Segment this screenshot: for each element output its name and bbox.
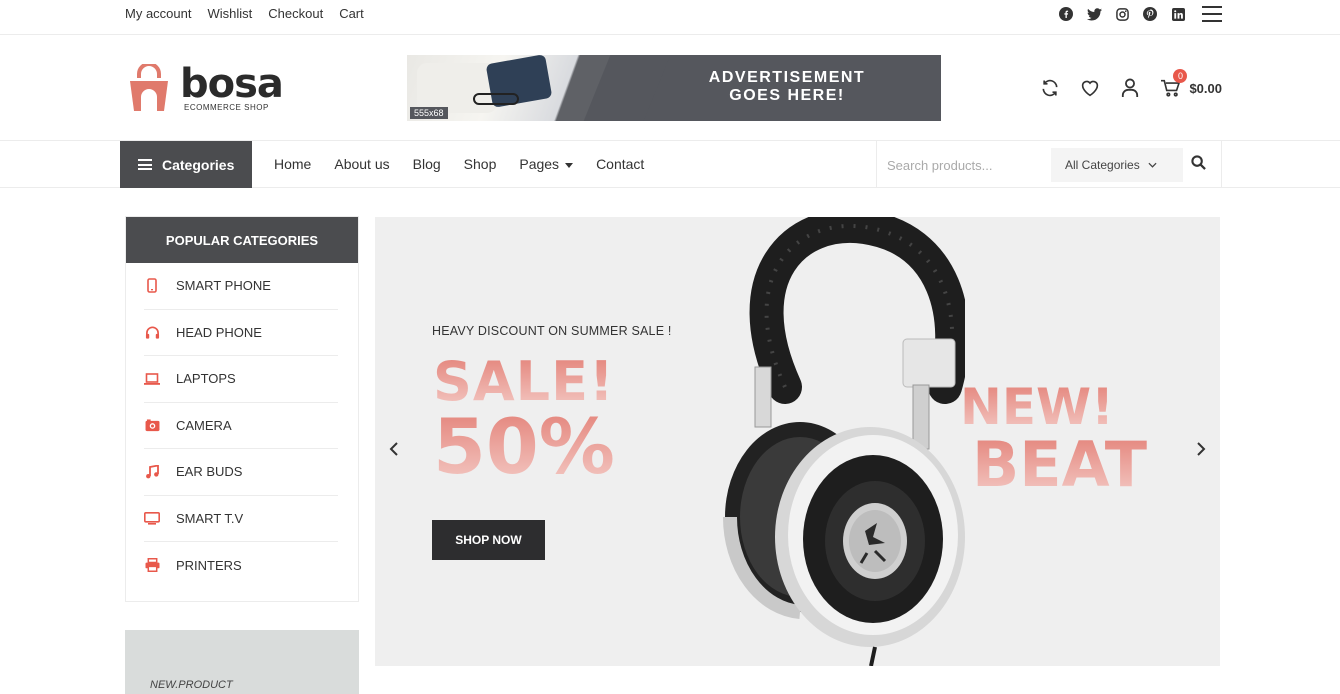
logo-wordmark: bosa [180, 61, 284, 107]
categories-button[interactable]: Categories [120, 141, 252, 188]
header-actions: 0 $0.00 [1039, 69, 1222, 99]
logo-tagline: ECOMMERCE SHOP [184, 103, 269, 112]
category-item-smart-tv[interactable]: SMART T.V [144, 496, 338, 542]
main-menu: Home About us Blog Shop Pages Contact [274, 156, 644, 172]
nav-pages-label: Pages [519, 156, 560, 172]
compare-icon[interactable] [1039, 77, 1061, 99]
hero-new-text: NEW! [960, 378, 1114, 436]
menu-toggle-icon[interactable] [1202, 6, 1222, 22]
ad-line-1: ADVERTISEMENT [708, 69, 866, 86]
music-note-icon [144, 464, 160, 480]
category-item-head-phone[interactable]: HEAD PHONE [144, 310, 338, 356]
checkout-link[interactable]: Checkout [268, 6, 323, 21]
laptop-icon [144, 371, 160, 387]
cart-count-badge: 0 [1173, 69, 1188, 83]
category-label: HEAD PHONE [176, 324, 262, 340]
ad-size-label: 555x68 [410, 107, 448, 119]
nav-blog[interactable]: Blog [413, 156, 441, 172]
slider-next-arrow-icon[interactable] [1194, 439, 1208, 459]
advertisement-banner[interactable]: 555x68 ADVERTISEMENT GOES HERE! [407, 55, 941, 121]
popular-categories-title: POPULAR CATEGORIES [126, 217, 358, 263]
hero-slider: HEAVY DISCOUNT ON SUMMER SALE ! SALE! 50… [375, 217, 1220, 666]
category-label: SMART PHONE [176, 278, 271, 294]
category-select-value: All Categories [1065, 158, 1140, 172]
category-item-ear-buds[interactable]: EAR BUDS [144, 449, 338, 496]
top-bar: My account Wishlist Checkout Cart [0, 0, 1340, 35]
caret-down-icon [565, 162, 574, 168]
category-label: EAR BUDS [176, 464, 243, 480]
user-account-icon[interactable] [1119, 77, 1141, 99]
account-links: My account Wishlist Checkout Cart [125, 6, 364, 21]
category-item-smart-phone[interactable]: SMART PHONE [144, 263, 338, 310]
camera-icon [144, 417, 160, 433]
nav-shop[interactable]: Shop [464, 156, 497, 172]
hero-beat-text: BEAT [972, 428, 1148, 501]
slider-prev-arrow-icon[interactable] [387, 439, 401, 459]
twitter-icon[interactable] [1086, 6, 1102, 22]
headphones-product-image [722, 217, 965, 666]
cart-link[interactable]: Cart [339, 6, 364, 21]
main-navbar: Categories Home About us Blog Shop Pages… [0, 140, 1340, 188]
category-list: SMART PHONE HEAD PHONE LAPTOPS CAMERA EA… [126, 263, 358, 589]
instagram-icon[interactable] [1114, 6, 1130, 22]
pinterest-icon[interactable] [1142, 6, 1158, 22]
my-account-link[interactable]: My account [125, 6, 191, 21]
categories-menu-icon [138, 159, 152, 170]
cart-icon[interactable]: 0 [1159, 69, 1188, 99]
shop-now-button[interactable]: SHOP NOW [432, 520, 545, 560]
headphone-icon [144, 324, 160, 340]
category-select[interactable]: All Categories [1051, 148, 1183, 182]
cart-total[interactable]: $0.00 [1189, 81, 1222, 96]
shopping-bag-logo-icon [130, 64, 168, 111]
search-icon[interactable] [1191, 155, 1209, 173]
site-header: bosa ECOMMERCE SHOP 555x68 ADVERTISEMENT… [0, 36, 1340, 140]
category-item-printers[interactable]: PRINTERS [144, 542, 338, 589]
wishlist-link[interactable]: Wishlist [207, 6, 252, 21]
social-links [1058, 6, 1222, 22]
linkedin-icon[interactable] [1170, 6, 1186, 22]
category-label: CAMERA [176, 417, 232, 433]
category-label: PRINTERS [176, 557, 242, 573]
nav-about-us[interactable]: About us [334, 156, 389, 172]
promo-label: NEW.PRODUCT [150, 679, 233, 691]
wishlist-heart-icon[interactable] [1079, 77, 1101, 99]
product-search: All Categories [876, 141, 1222, 188]
site-logo[interactable]: bosa ECOMMERCE SHOP [126, 61, 284, 112]
hero-discount-percent: 50% [433, 402, 615, 491]
category-label: SMART T.V [176, 510, 244, 526]
popular-categories-panel: POPULAR CATEGORIES SMART PHONE HEAD PHON… [125, 216, 359, 602]
printer-icon [144, 557, 160, 573]
hero-sale-text: SALE! [433, 350, 615, 413]
ad-text: ADVERTISEMENT GOES HERE! [677, 69, 897, 105]
new-product-promo[interactable]: NEW.PRODUCT [125, 630, 359, 694]
hero-eyebrow: HEAVY DISCOUNT ON SUMMER SALE ! [432, 324, 672, 338]
smartphone-icon [144, 278, 160, 294]
categories-button-label: Categories [162, 156, 235, 173]
nav-contact[interactable]: Contact [596, 156, 644, 172]
facebook-icon[interactable] [1058, 6, 1074, 22]
tv-icon [144, 510, 160, 526]
category-label: LAPTOPS [176, 371, 236, 387]
ad-line-2: GOES HERE! [729, 87, 845, 104]
chevron-down-icon [1148, 162, 1157, 168]
category-item-camera[interactable]: CAMERA [144, 403, 338, 449]
nav-pages[interactable]: Pages [519, 156, 574, 172]
category-item-laptops[interactable]: LAPTOPS [144, 356, 338, 403]
search-input[interactable] [887, 152, 1047, 178]
nav-home[interactable]: Home [274, 156, 311, 172]
